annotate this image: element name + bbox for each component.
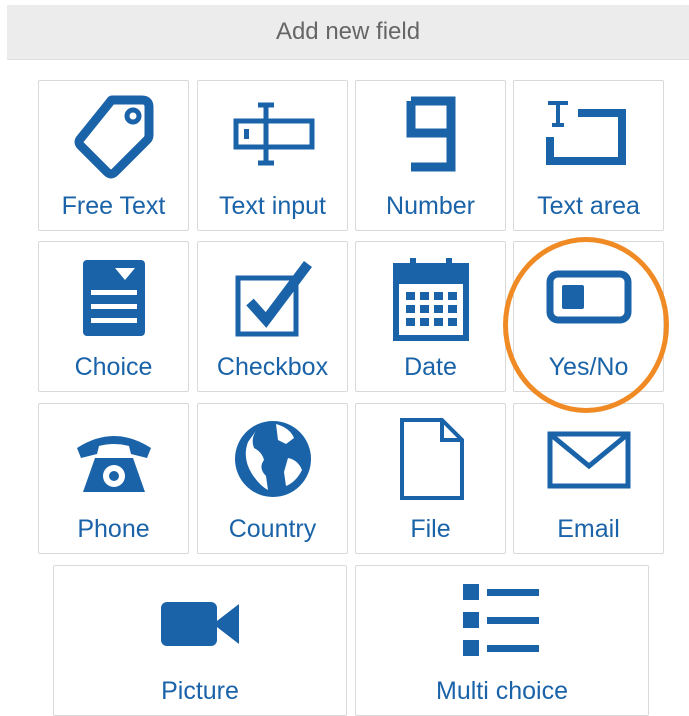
field-option-email[interactable]: Email — [513, 403, 664, 554]
phone-icon — [76, 436, 151, 492]
field-option-label: Country — [228, 515, 317, 543]
file-icon — [399, 418, 464, 500]
field-option-yes-no[interactable]: Yes/No — [513, 241, 664, 392]
field-option-text-input[interactable]: Text input — [197, 80, 348, 231]
field-option-label: Choice — [74, 353, 153, 381]
toggle-icon — [546, 270, 631, 324]
field-option-label: Text area — [537, 192, 640, 220]
field-option-number[interactable]: Number — [355, 80, 506, 231]
field-option-multi-choice[interactable]: Multi choice — [355, 565, 649, 716]
choice-icon — [82, 260, 145, 336]
field-option-label: File — [410, 515, 451, 543]
field-option-text-area[interactable]: Text area — [513, 80, 664, 231]
globe-icon — [234, 421, 311, 497]
field-option-file[interactable]: File — [355, 403, 506, 554]
calendar-icon — [392, 258, 469, 341]
number-icon — [406, 96, 455, 172]
tag-icon — [74, 95, 153, 179]
envelope-icon — [547, 431, 630, 489]
panel-title: Add new field — [275, 18, 421, 45]
field-option-label: Free Text — [61, 192, 166, 220]
field-option-picture[interactable]: Picture — [53, 565, 347, 716]
field-option-choice[interactable]: Choice — [38, 241, 189, 392]
list-icon — [463, 584, 539, 656]
field-option-label: Phone — [77, 515, 150, 543]
field-option-label: Text input — [218, 192, 326, 220]
field-option-label: Email — [557, 515, 620, 543]
field-option-label: Date — [404, 353, 457, 381]
panel-header: Add new field — [7, 5, 689, 60]
checkbox-icon — [235, 261, 312, 337]
text-area-icon — [545, 101, 626, 165]
video-camera-icon — [161, 602, 239, 646]
field-option-checkbox[interactable]: Checkbox — [197, 241, 348, 392]
field-option-country[interactable]: Country — [197, 403, 348, 554]
field-option-phone[interactable]: Phone — [38, 403, 189, 554]
field-option-label: Number — [386, 192, 475, 220]
field-option-label: Multi choice — [436, 677, 568, 705]
text-input-icon — [233, 102, 314, 166]
field-option-label: Checkbox — [216, 353, 329, 381]
field-option-label: Yes/No — [548, 353, 629, 381]
field-option-date[interactable]: Date — [355, 241, 506, 392]
field-option-free-text[interactable]: Free Text — [38, 80, 189, 231]
field-option-label: Picture — [161, 677, 239, 705]
